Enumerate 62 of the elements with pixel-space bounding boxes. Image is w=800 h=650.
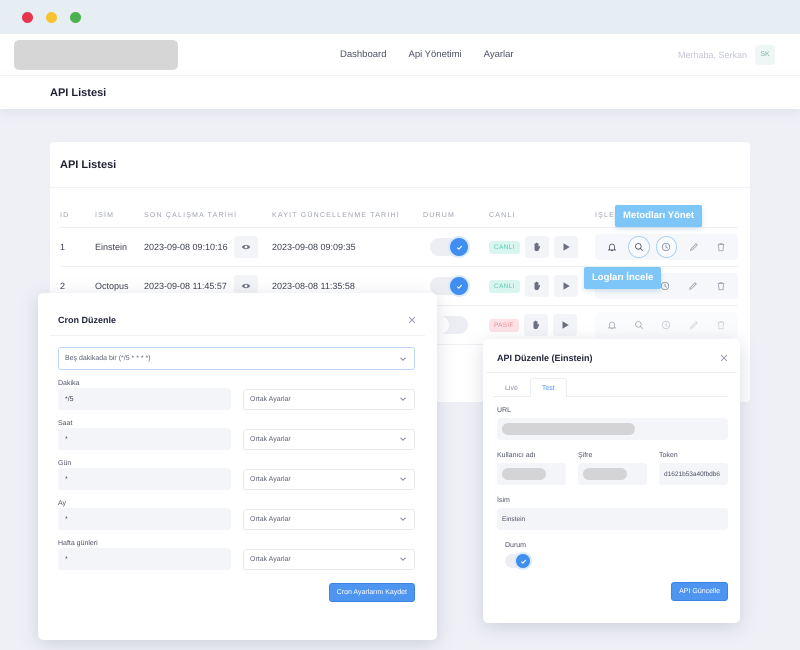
stop-button[interactable] — [524, 275, 549, 297]
play-icon — [560, 320, 570, 330]
modal-title: API Düzenle (Einstein) — [497, 352, 593, 362]
toggle-switch[interactable] — [430, 238, 468, 256]
play-icon — [560, 281, 571, 291]
run-button[interactable] — [554, 236, 578, 258]
nav-link[interactable]: Api Yönetimi — [408, 49, 462, 60]
nav-link[interactable]: Ayarlar — [484, 49, 514, 60]
close-button[interactable] — [719, 352, 729, 362]
search-icon — [634, 242, 644, 252]
pencil-icon — [688, 320, 699, 330]
clock-icon — [661, 242, 672, 252]
toggle-switch[interactable] — [430, 277, 468, 295]
table-cell: 2023-09-08 11:45:57 — [144, 281, 227, 291]
run-button[interactable] — [552, 314, 577, 336]
run-button[interactable] — [554, 275, 578, 297]
pencil-icon — [688, 242, 699, 252]
nav-link[interactable]: Dashboard — [340, 49, 386, 60]
stop-button[interactable] — [524, 314, 548, 336]
input-field[interactable] — [497, 418, 728, 440]
input-field[interactable] — [497, 463, 566, 485]
clock-icon — [660, 281, 670, 291]
close-button[interactable] — [407, 315, 417, 325]
table-cell: 2023-09-08 09:10:16 — [144, 242, 228, 252]
trash-icon — [716, 242, 726, 252]
table-cell: 2023-08-08 11:35:58 — [272, 281, 355, 291]
masked-value — [583, 468, 628, 480]
close-icon — [407, 315, 417, 325]
toggle-switch[interactable] — [505, 554, 530, 568]
input-field[interactable] — [578, 463, 647, 485]
clock-icon — [661, 320, 672, 330]
table-cell-text: 1 — [60, 242, 66, 252]
trash-icon — [716, 281, 726, 291]
table-cell-text: Octopus — [95, 281, 130, 291]
logs-button[interactable] — [628, 236, 650, 258]
window-button[interactable] — [22, 12, 33, 22]
modal-title: Cron Düzenle — [58, 315, 116, 325]
tooltip: Metodları Yönet — [615, 205, 702, 227]
tooltip: Logları İncele — [584, 267, 662, 289]
hand-icon — [532, 242, 542, 252]
eye-icon — [241, 242, 251, 252]
page-title: API Listesi — [50, 86, 106, 98]
hand-icon — [530, 320, 541, 330]
bell-icon — [606, 242, 617, 252]
table-cell-text: Einstein — [95, 242, 128, 252]
card-title: API Listesi — [50, 142, 750, 188]
hand-icon — [532, 281, 542, 291]
close-icon — [719, 352, 729, 362]
window-button[interactable] — [70, 12, 81, 22]
pencil-icon — [688, 281, 698, 291]
greeting-text: Merhaba, Serkan — [678, 50, 747, 60]
bell-icon — [606, 320, 617, 330]
search-icon — [634, 320, 644, 330]
table-cell: 2023-09-08 09:09:35 — [272, 242, 356, 252]
play-icon — [560, 242, 571, 252]
masked-value — [502, 468, 546, 480]
eye-icon — [241, 281, 251, 291]
methods-button[interactable] — [656, 236, 678, 258]
table-cell-text: 2 — [60, 281, 66, 291]
view-button[interactable] — [234, 236, 258, 258]
stop-button[interactable] — [524, 236, 549, 258]
trash-icon — [716, 320, 726, 330]
